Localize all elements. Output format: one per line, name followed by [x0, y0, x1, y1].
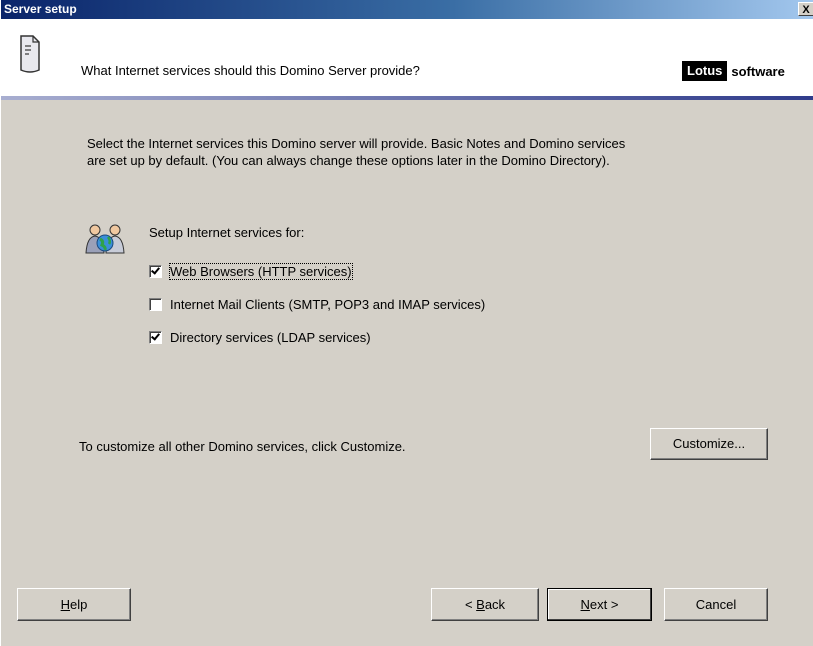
back-mnemonic: B [476, 597, 485, 612]
help-label-rest: elp [70, 597, 88, 612]
server-setup-window: Server setup X What Internet services sh… [0, 0, 813, 646]
window-title: Server setup [4, 2, 77, 16]
directory-services-label[interactable]: Directory services (LDAP services) [170, 330, 371, 345]
intro-line-2: are set up by default. (You can always c… [87, 153, 610, 168]
back-button[interactable]: < Back [431, 588, 539, 621]
intro-line-1: Select the Internet services this Domino… [87, 136, 626, 151]
close-icon: X [802, 4, 810, 16]
cancel-button[interactable]: Cancel [664, 588, 768, 621]
internet-mail-label[interactable]: Internet Mail Clients (SMTP, POP3 and IM… [170, 297, 485, 312]
page-question: What Internet services should this Domin… [81, 63, 420, 78]
web-browsers-checkbox[interactable] [149, 264, 162, 278]
directory-services-option[interactable]: Directory services (LDAP services) [149, 329, 371, 345]
internet-mail-checkbox[interactable] [149, 297, 162, 311]
services-heading: Setup Internet services for: [149, 225, 305, 240]
close-button[interactable]: X [798, 2, 813, 16]
next-mnemonic: N [580, 597, 590, 612]
back-prefix: < [464, 597, 477, 612]
web-browsers-label[interactable]: Web Browsers (HTTP services) [169, 262, 353, 280]
help-mnemonic: H [60, 597, 71, 612]
intro-text: Select the Internet services this Domino… [87, 135, 787, 169]
web-browsers-option[interactable]: Web Browsers (HTTP services) [149, 262, 353, 280]
internet-mail-option[interactable]: Internet Mail Clients (SMTP, POP3 and IM… [149, 296, 485, 312]
back-label-rest: ack [484, 597, 506, 612]
header-divider [1, 96, 813, 100]
header-panel: What Internet services should this Domin… [1, 19, 813, 96]
logo-brand: Lotus [682, 61, 728, 81]
next-label-rest: ext > [589, 597, 619, 612]
help-button[interactable]: Help [17, 588, 131, 621]
customize-button[interactable]: Customize... [650, 428, 768, 460]
directory-services-checkbox[interactable] [149, 330, 162, 344]
server-document-icon [20, 35, 40, 73]
people-globe-icon [85, 224, 125, 254]
title-bar[interactable]: Server setup X [1, 0, 813, 19]
lotus-logo: Lotus software [682, 61, 785, 81]
next-button[interactable]: Next > [547, 588, 652, 621]
logo-suffix: software [731, 63, 785, 79]
customize-hint: To customize all other Domino services, … [79, 439, 406, 454]
